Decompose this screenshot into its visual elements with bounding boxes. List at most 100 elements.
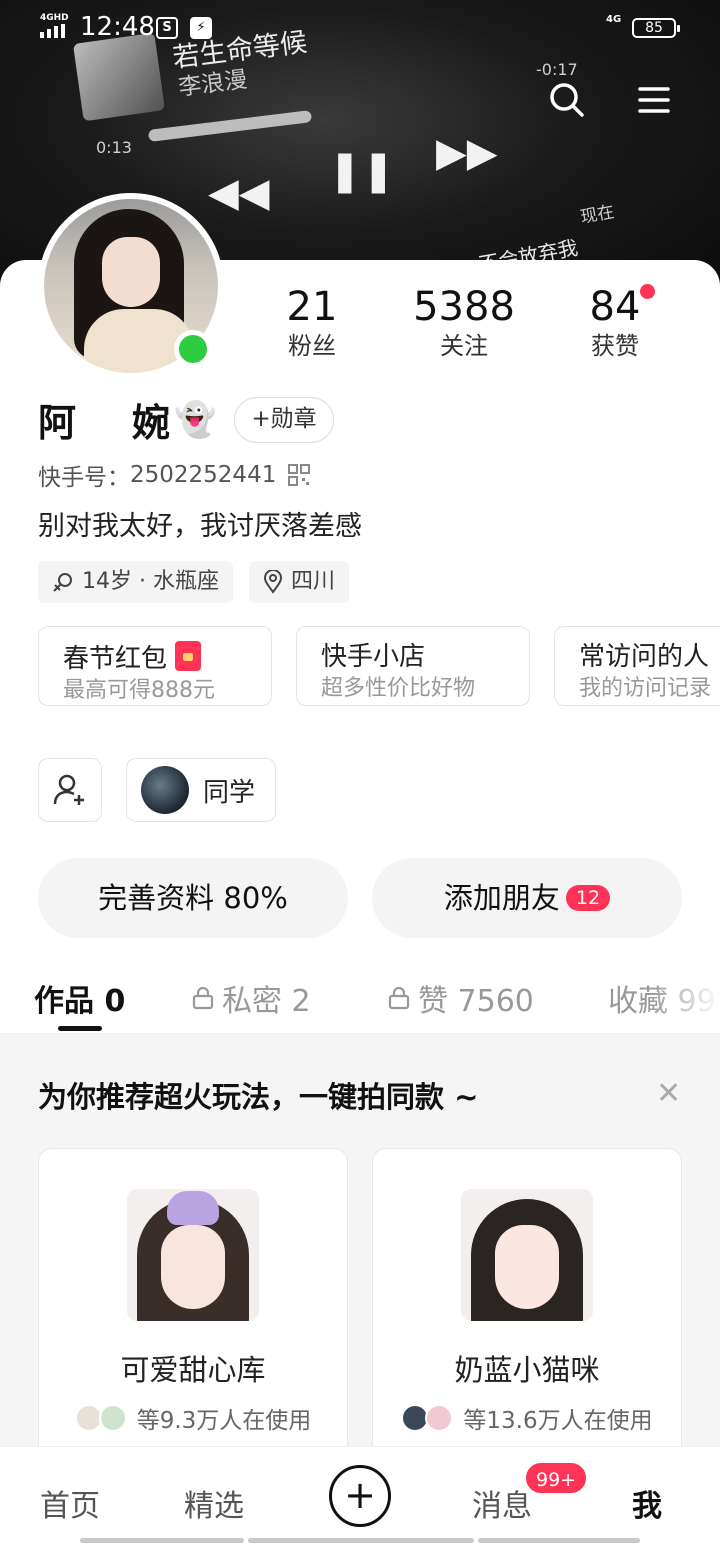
- menu-icon[interactable]: [634, 80, 674, 120]
- effect-name: 可爱甜心库: [120, 1353, 266, 1387]
- online-status-dot: [174, 330, 212, 368]
- cover-lyric-now: 现在: [578, 202, 616, 228]
- following-count: 5388: [413, 284, 515, 330]
- shop-subtitle: 超多性价比好物: [321, 676, 476, 701]
- classmate-avatar: [141, 766, 189, 814]
- tab-liked-label: 赞 7560: [418, 984, 534, 1019]
- friend-row: 同学: [38, 758, 277, 822]
- classmate-label: 同学: [203, 777, 256, 808]
- red-envelope-title: 春节红包: [63, 644, 168, 674]
- age-zodiac-tag[interactable]: 14岁 · 水瓶座: [38, 561, 233, 603]
- tab-works-label: 作品 0: [34, 984, 126, 1019]
- cover-remaining-time: -0:17: [536, 60, 578, 79]
- recommend-card[interactable]: 可爱甜心库 等9.3万人在使用: [38, 1148, 348, 1468]
- effect-name: 奶蓝小猫咪: [454, 1353, 600, 1387]
- visitors-title: 常访问的人: [579, 642, 710, 672]
- nav-messages[interactable]: 消息: [472, 1481, 532, 1525]
- content-tabs: 作品 0 私密 2 赞 7560 收藏 99: [0, 966, 720, 1034]
- battery-icon: 85: [632, 18, 680, 38]
- likes-count: 84: [589, 284, 641, 330]
- qr-code-icon[interactable]: [288, 464, 311, 486]
- effect-users: 等13.6万人在使用: [373, 1401, 681, 1435]
- rewind-icon: ◀◀: [208, 170, 270, 216]
- stat-likes[interactable]: 84 获赞: [545, 284, 685, 362]
- network-type: 4GHD: [40, 13, 69, 23]
- gender-icon: [53, 573, 72, 592]
- kuaishou-shop-entry[interactable]: 快手小店 超多性价比好物: [296, 626, 530, 706]
- followers-count: 21: [286, 284, 338, 330]
- stat-following[interactable]: 5388 关注: [394, 284, 534, 362]
- ghost-emoji-icon: 👻: [174, 399, 217, 440]
- tab-works[interactable]: 作品 0: [34, 976, 125, 1020]
- classmate-button[interactable]: 同学: [126, 758, 277, 822]
- forward-icon: ▶▶: [436, 130, 498, 176]
- effect-thumbnail: [127, 1189, 259, 1321]
- app-notification-icon: S: [156, 17, 178, 39]
- bottom-nav: 首页 精选 + 消息 99+ 我: [0, 1446, 720, 1544]
- close-icon[interactable]: ✕: [656, 1076, 681, 1111]
- kuaishou-id-row[interactable]: 快手号： 2502252441: [38, 458, 311, 492]
- messages-badge: 99+: [524, 1461, 589, 1495]
- cover-elapsed-time: 0:13: [96, 138, 132, 157]
- red-envelope-icon: [175, 641, 202, 671]
- visitors-subtitle: 我的访问记录: [579, 676, 712, 701]
- pause-icon: ❚❚: [328, 148, 396, 194]
- search-icon[interactable]: [546, 80, 586, 120]
- kuaishou-id: 2502252441: [130, 462, 277, 488]
- nav-home[interactable]: 首页: [40, 1481, 100, 1525]
- effect-users-label: 等13.6万人在使用: [463, 1408, 653, 1434]
- nav-me[interactable]: 我: [632, 1481, 662, 1525]
- user-avatar: [425, 1404, 454, 1432]
- service-entries: 春节红包 最高可得888元 快手小店 超多性价比好物 常访问的人 我的访问记录: [38, 626, 720, 706]
- status-bar: 4GHD 12:48 S ⚡ 4G 85: [0, 0, 720, 56]
- effect-users-label: 等9.3万人在使用: [136, 1408, 312, 1434]
- add-friends-button[interactable]: 添加朋友 12: [372, 858, 682, 938]
- create-post-button[interactable]: +: [329, 1465, 391, 1527]
- location-tag[interactable]: 四川: [248, 561, 349, 603]
- name-row: 阿婉 👻 +勋章: [38, 392, 334, 447]
- home-indicator: [478, 1538, 640, 1543]
- likes-label: 获赞: [591, 332, 639, 360]
- kuaishou-id-label: 快手号：: [38, 465, 130, 491]
- add-friends-badge: 12: [565, 885, 611, 911]
- cover-progress-bar: [147, 110, 313, 142]
- tab-private[interactable]: 私密 2: [192, 976, 311, 1020]
- nav-featured[interactable]: 精选: [184, 1481, 244, 1525]
- shop-title: 快手小店: [321, 642, 426, 672]
- profile-tags: 14岁 · 水瓶座 四川: [38, 561, 349, 603]
- tab-liked[interactable]: 赞 7560: [388, 976, 534, 1020]
- recommend-card[interactable]: 奶蓝小猫咪 等13.6万人在使用: [372, 1148, 682, 1468]
- add-user-icon: [53, 774, 84, 805]
- lock-icon: [192, 986, 214, 1010]
- recommend-title: 为你推荐超火玩法，一键拍同款 ~: [38, 1080, 479, 1114]
- signal-icon: [40, 24, 65, 38]
- effect-users: 等9.3万人在使用: [39, 1401, 347, 1435]
- flash-notification-icon: ⚡: [190, 17, 212, 39]
- add-badge-button[interactable]: +勋章: [234, 396, 334, 443]
- effect-thumbnail: [461, 1189, 593, 1321]
- followers-label: 粉丝: [288, 332, 336, 360]
- bio: 别对我太好，我讨厌落差感: [38, 511, 362, 542]
- spring-red-envelope-entry[interactable]: 春节红包 最高可得888元: [38, 626, 272, 706]
- age-zodiac-label: 14岁 · 水瓶座: [82, 569, 219, 594]
- red-envelope-subtitle: 最高可得888元: [63, 678, 215, 703]
- network-type-2: 4G: [606, 14, 622, 25]
- following-label: 关注: [440, 332, 488, 360]
- recommend-section: 为你推荐超火玩法，一键拍同款 ~ ✕ 可爱甜心库 等9.3万人在使用 奶蓝小猫咪…: [0, 1034, 720, 1468]
- frequent-visitors-entry[interactable]: 常访问的人 我的访问记录: [554, 626, 720, 706]
- home-indicator: [248, 1538, 474, 1543]
- location-label: 四川: [290, 569, 335, 594]
- likes-notification-dot: [640, 284, 655, 299]
- add-friends-label: 添加朋友: [443, 881, 560, 915]
- complete-profile-button[interactable]: 完善资料 80%: [38, 858, 348, 938]
- stat-followers[interactable]: 21 粉丝: [242, 284, 382, 362]
- add-friend-button[interactable]: [38, 758, 102, 822]
- tab-private-label: 私密 2: [222, 984, 311, 1019]
- clock: 12:48: [80, 12, 155, 42]
- active-tab-indicator: [58, 1026, 102, 1031]
- home-indicator: [80, 1538, 244, 1543]
- location-pin-icon: [263, 570, 282, 594]
- cover-artist: 李浪漫: [177, 66, 249, 102]
- tabs-fade: [650, 966, 720, 1026]
- user-avatar: [98, 1404, 127, 1432]
